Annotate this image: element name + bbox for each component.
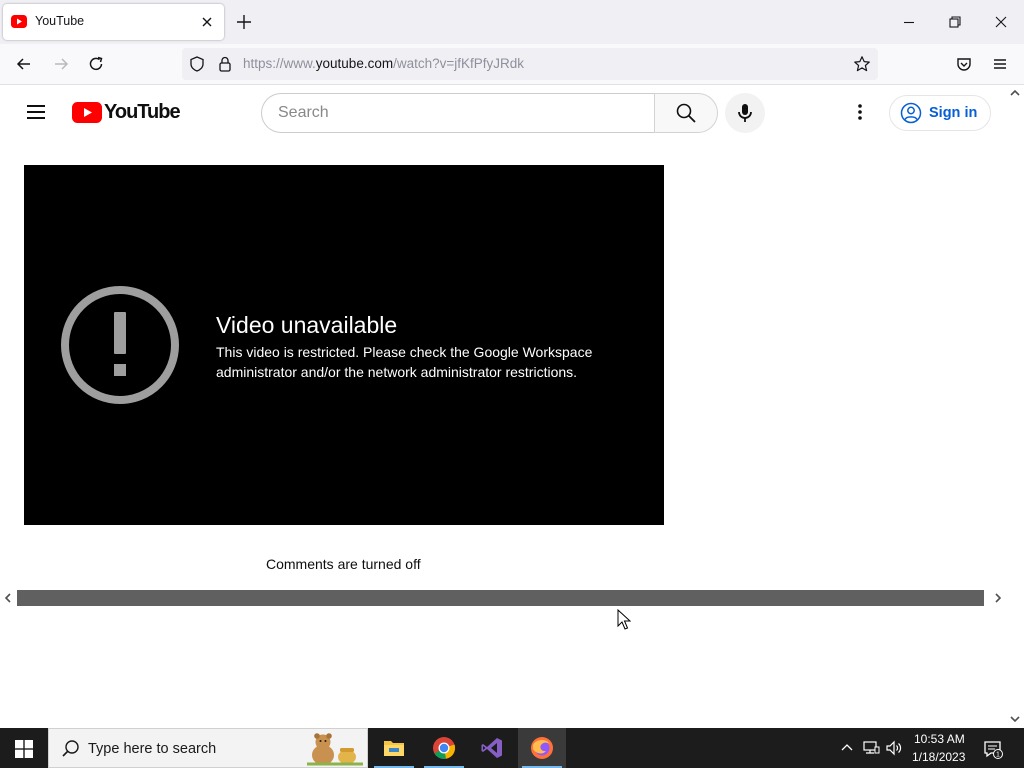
bookmark-star-icon[interactable] [853,55,871,73]
shield-icon[interactable] [188,55,206,73]
pocket-icon[interactable] [954,54,974,74]
clock-time[interactable]: 10:53 AM [914,732,965,746]
file-explorer-icon [384,741,404,756]
youtube-favicon-icon [11,15,27,28]
browser-tab-youtube[interactable]: YouTube [3,4,224,40]
reload-icon[interactable] [86,54,106,74]
browser-tab-strip: YouTube [0,0,1024,44]
alert-icon [61,286,179,404]
url-path: /watch?v=jfKfPfyJRdk [393,56,525,71]
guide-menu-icon[interactable] [24,100,48,124]
taskbar-chrome[interactable] [420,728,468,768]
microphone-icon [738,104,752,122]
tab-title: YouTube [35,14,85,28]
sign-in-button[interactable]: Sign in [889,95,991,131]
voice-search-button[interactable] [725,93,765,133]
taskbar-search-placeholder: Type here to search [88,741,217,757]
url-text[interactable]: https://www.youtube.com/watch?v=jfKfPfyJ… [243,56,524,71]
taskbar-search-icon [62,740,79,757]
youtube-logo-text[interactable]: YouTube [104,101,181,124]
scroll-left-arrow-icon[interactable] [2,591,14,605]
search-icon [676,103,696,123]
youtube-logo-icon[interactable] [72,102,102,123]
search-button[interactable] [654,93,718,133]
restore-window-icon[interactable] [945,12,965,32]
windows-logo-icon [15,740,33,758]
show-hidden-icons-chevron-icon[interactable] [838,739,856,757]
url-prefix: https://www. [243,56,316,71]
new-tab-icon[interactable] [234,12,254,32]
back-arrow-icon[interactable] [14,54,34,74]
volume-icon[interactable] [885,739,903,757]
start-button[interactable] [0,728,48,768]
taskbar-firefox[interactable] [518,728,566,768]
minimize-window-icon[interactable] [899,12,919,32]
scroll-right-arrow-icon[interactable] [992,591,1004,605]
lock-icon[interactable] [216,55,234,73]
browser-navigation-bar: https://www.youtube.com/watch?v=jfKfPfyJ… [0,44,1024,85]
mouse-pointer-icon [617,609,631,630]
sign-in-label: Sign in [929,105,978,121]
search-highlight-bear-icon [307,733,363,766]
url-domain: youtube.com [315,56,394,71]
error-message: This video is restricted. Please check t… [216,344,593,380]
taskbar-visual-studio[interactable] [468,728,516,768]
taskbar-search-box[interactable]: Type here to search [48,728,368,768]
search-placeholder: Search [278,104,329,121]
firefox-icon [531,737,553,759]
more-options-icon[interactable] [848,100,872,124]
hamburger-menu-icon[interactable] [990,54,1010,74]
action-center-icon[interactable]: 1 [983,739,1003,759]
horizontal-scrollbar-thumb[interactable] [17,590,984,606]
search-input[interactable]: Search [261,93,655,133]
close-tab-icon[interactable] [197,12,217,32]
scroll-down-arrow-icon[interactable] [1009,714,1021,724]
scroll-up-arrow-icon[interactable] [1009,88,1021,98]
comments-status: Comments are turned off [266,556,421,572]
windows-taskbar: Type here to search 1 [0,728,1024,768]
taskbar-file-explorer[interactable] [370,728,418,768]
clock-date[interactable]: 1/18/2023 [912,750,965,764]
forward-arrow-icon[interactable] [51,54,71,74]
close-window-icon[interactable] [991,12,1011,32]
error-title: Video unavailable [216,312,398,338]
address-bar[interactable]: https://www.youtube.com/watch?v=jfKfPfyJ… [182,48,878,80]
notification-count: 1 [996,752,1000,759]
visual-studio-icon [481,738,502,758]
network-icon[interactable] [862,739,880,757]
chrome-icon [433,737,456,759]
account-icon [900,102,922,124]
video-player[interactable]: Video unavailable This video is restrict… [24,165,664,525]
